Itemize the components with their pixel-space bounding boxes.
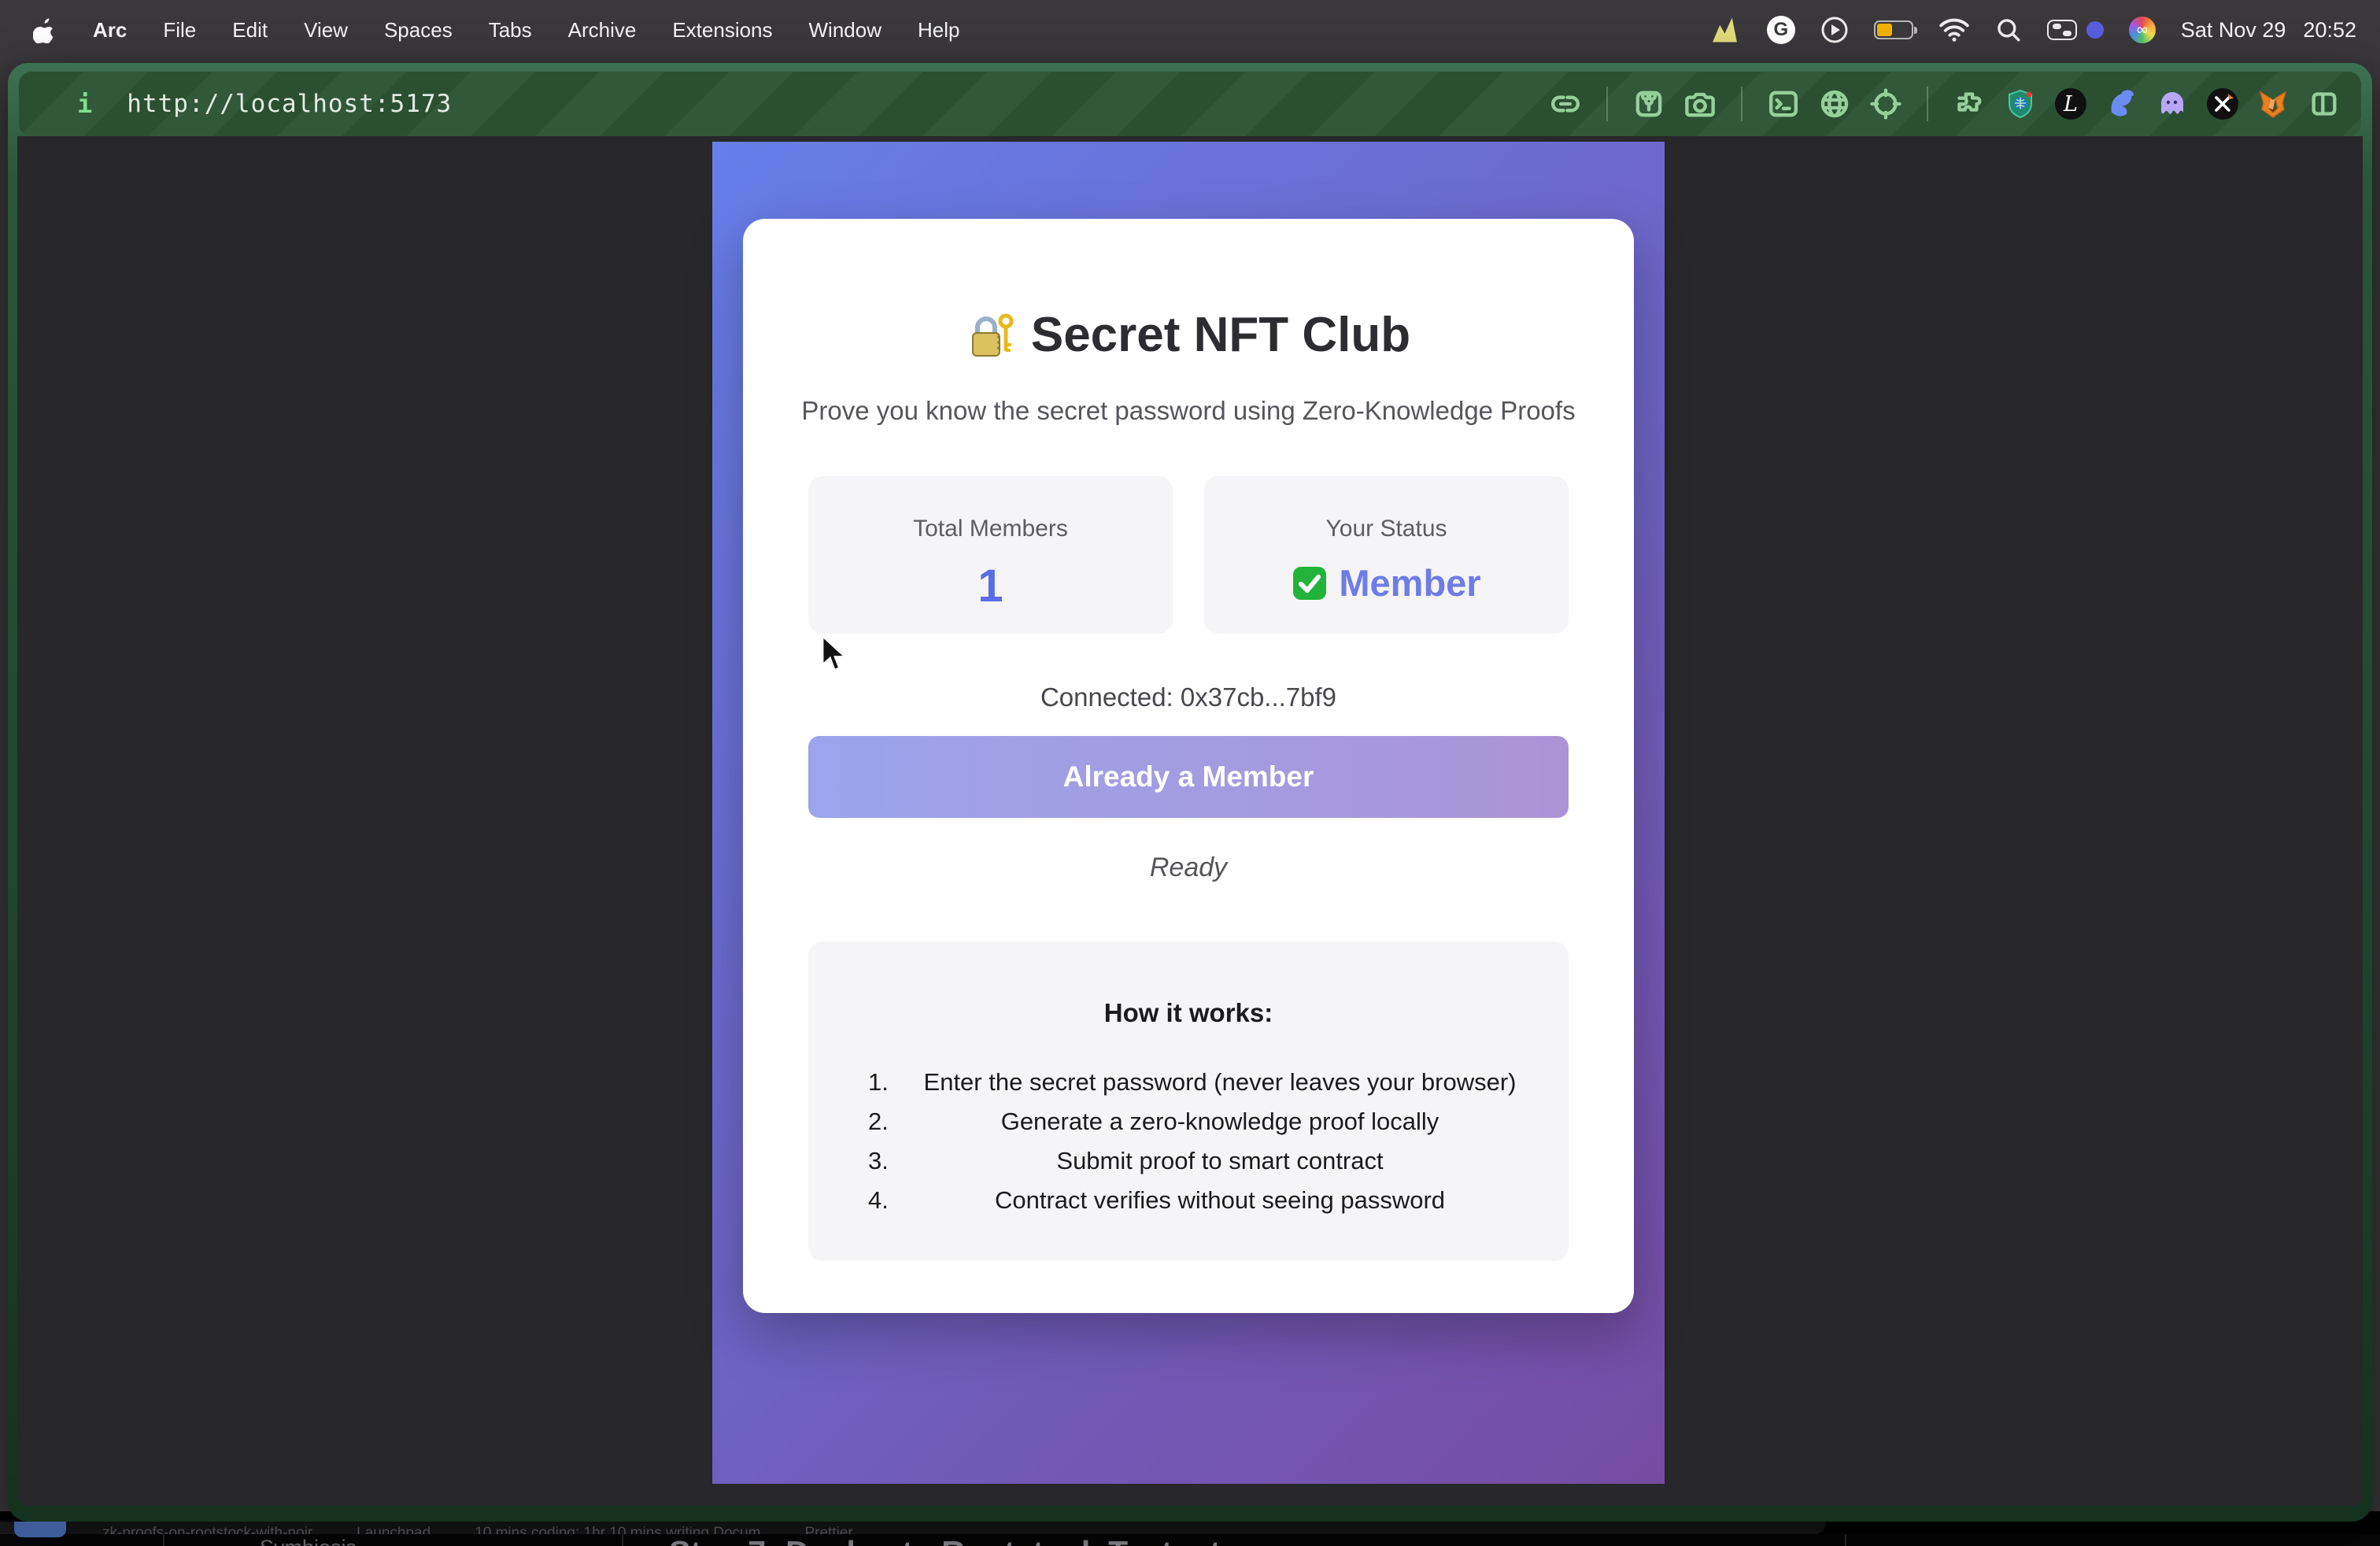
- control-center-icon[interactable]: [2047, 20, 2077, 40]
- menu-item-archive[interactable]: Archive: [568, 18, 637, 43]
- extensions-puzzle-icon[interactable]: [1953, 87, 1986, 120]
- total-members-label: Total Members: [808, 516, 1173, 542]
- bluebird-icon[interactable]: [2105, 87, 2138, 120]
- step-row-3: 3. Submit proof to smart contract: [808, 1141, 1569, 1181]
- phantom-wallet-icon[interactable]: [2156, 87, 2189, 120]
- macos-menu-bar: Arc File Edit View Spaces Tabs Archive E…: [0, 0, 2380, 60]
- easel-image-icon[interactable]: [1632, 87, 1665, 120]
- x-app-icon[interactable]: [2207, 88, 2238, 120]
- copy-link-icon[interactable]: [1549, 87, 1582, 120]
- step-row-1: 1. Enter the secret password (never leav…: [808, 1063, 1569, 1102]
- already-member-button[interactable]: Already a Member: [808, 736, 1569, 818]
- menu-item-tabs[interactable]: Tabs: [489, 18, 532, 43]
- menu-item-file[interactable]: File: [163, 18, 196, 43]
- apple-menu-icon[interactable]: [33, 17, 57, 43]
- url-bar[interactable]: i http://localhost:5173: [77, 89, 452, 119]
- grammarly-icon[interactable]: G: [1767, 16, 1795, 44]
- arc-browser-window: i http://localhost:5173: [8, 63, 2372, 1522]
- siri-intelligence-icon[interactable]: ∞: [2129, 17, 2156, 43]
- how-it-works-steps: 1. Enter the secret password (never leav…: [808, 1063, 1569, 1220]
- markdown-heading: Step 7: Deploy to Rootstock Testnet: [669, 1534, 1221, 1546]
- crosshair-icon[interactable]: [1869, 87, 1902, 120]
- step-row-2: 2. Generate a zero-knowledge proof local…: [808, 1102, 1569, 1141]
- git-branch-label: zk-proofs-on-rootstock-with-noir: [102, 1522, 312, 1534]
- step-text: Enter the secret password (never leaves …: [918, 1063, 1569, 1102]
- browser-viewport: Secret NFT Club Prove you know the secre…: [17, 136, 2363, 1506]
- stats-row: Total Members 1 Your Status Member: [808, 476, 1569, 634]
- menu-item-spaces[interactable]: Spaces: [384, 18, 453, 43]
- audio-levels-icon[interactable]: [1710, 17, 1742, 43]
- secret-nft-club-card: Secret NFT Club Prove you know the secre…: [743, 219, 1634, 1313]
- step-text: Generate a zero-knowledge proof locally: [918, 1102, 1569, 1141]
- mouse-cursor: [820, 634, 850, 679]
- page-subtitle: Prove you know the secret password using…: [743, 396, 1634, 426]
- privacy-shield-icon[interactable]: [2004, 87, 2037, 120]
- vscode-tab-title: Symbiosis: [260, 1536, 357, 1546]
- member-status-text: Member: [1339, 561, 1480, 605]
- how-it-works-heading: How it works:: [808, 998, 1569, 1028]
- menu-item-extensions[interactable]: Extensions: [672, 18, 772, 43]
- step-text: Contract verifies without seeing passwor…: [918, 1181, 1569, 1220]
- capture-camera-icon[interactable]: [1683, 87, 1717, 120]
- menu-item-window[interactable]: Window: [809, 18, 881, 43]
- step-number: 3.: [808, 1141, 918, 1181]
- your-status-label: Your Status: [1204, 516, 1569, 542]
- status-ready-text: Ready: [743, 853, 1634, 883]
- menu-item-arc[interactable]: Arc: [93, 18, 127, 43]
- page-title-text: Secret NFT Club: [1031, 307, 1410, 363]
- site-info-icon[interactable]: i: [77, 89, 92, 119]
- browser-toolbar: i http://localhost:5173: [19, 72, 2361, 136]
- step-number: 1.: [808, 1063, 918, 1102]
- toolbar-divider: [1927, 87, 1928, 121]
- step-number: 4.: [808, 1181, 918, 1220]
- clock-time: 20:52: [2303, 18, 2356, 43]
- member-status: Member: [1204, 561, 1569, 605]
- wifi-icon[interactable]: [1938, 17, 1970, 43]
- how-it-works-box: How it works: 1. Enter the secret passwo…: [808, 941, 1569, 1261]
- clock-date: Sat Nov 29: [2181, 18, 2286, 43]
- menu-item-help[interactable]: Help: [918, 18, 959, 43]
- menu-item-edit[interactable]: Edit: [232, 18, 268, 43]
- lock-with-key-icon: [966, 310, 1017, 361]
- step-text: Submit proof to smart contract: [918, 1141, 1569, 1181]
- vscode-status-bar[interactable]: zk-proofs-on-rootstock-with-noir Launchp…: [0, 1522, 1826, 1534]
- connected-address: Connected: 0x37cb...7bf9: [743, 682, 1634, 712]
- loom-icon[interactable]: L: [2055, 88, 2086, 120]
- terminal-icon[interactable]: [1767, 87, 1800, 120]
- formatter-label: Prettier: [804, 1522, 852, 1534]
- vscode-editor-strip[interactable]: Symbiosis Step 7: Deploy to Rootstock Te…: [0, 1534, 2380, 1546]
- battery-icon[interactable]: [1874, 20, 1913, 39]
- menu-bar-clock[interactable]: Sat Nov 29 20:52: [2181, 18, 2356, 43]
- coding-timer-label: 10 mins coding; 1hr 10 mins writing Docu…: [475, 1522, 760, 1534]
- split-view-icon[interactable]: [2308, 87, 2341, 120]
- globe-icon[interactable]: [1818, 87, 1851, 120]
- vscode-remote-indicator[interactable]: [14, 1522, 66, 1537]
- toolbar-divider: [1606, 87, 1608, 121]
- metamask-fox-icon[interactable]: [2256, 87, 2289, 120]
- check-mark-icon: [1292, 565, 1328, 601]
- step-number: 2.: [808, 1102, 918, 1141]
- play-status-icon[interactable]: [1820, 16, 1849, 44]
- total-members-value: 1: [808, 560, 1173, 612]
- toolbar-divider: [1741, 87, 1743, 121]
- your-status-card: Your Status Member: [1204, 476, 1569, 634]
- launchpad-label: Launchpad: [357, 1522, 431, 1534]
- menu-item-view[interactable]: View: [304, 18, 348, 43]
- url-text[interactable]: http://localhost:5173: [127, 90, 452, 118]
- total-members-card: Total Members 1: [808, 476, 1173, 634]
- spotlight-search-icon[interactable]: [1995, 17, 2022, 43]
- focus-status-icon[interactable]: [2086, 21, 2104, 39]
- step-row-4: 4. Contract verifies without seeing pass…: [808, 1181, 1569, 1220]
- page-title: Secret NFT Club: [743, 307, 1634, 363]
- webapp-page: Secret NFT Club Prove you know the secre…: [712, 142, 1665, 1484]
